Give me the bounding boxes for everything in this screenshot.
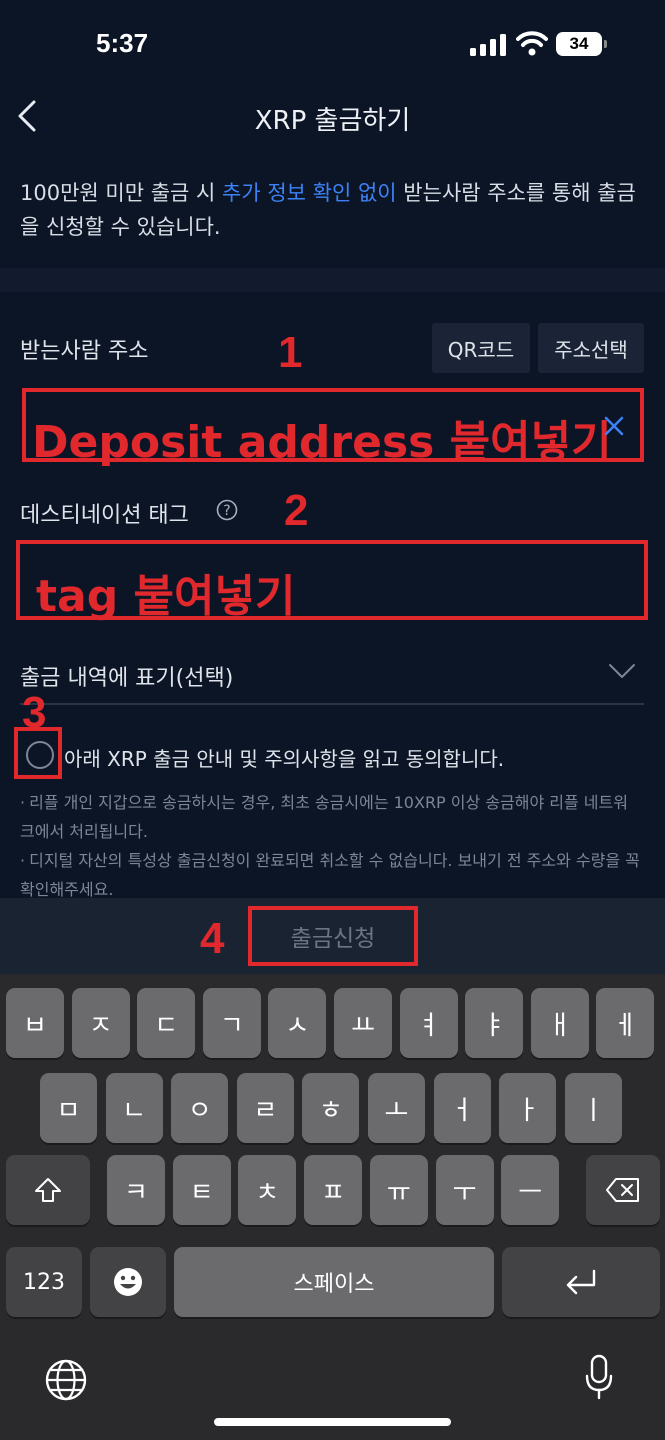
keyboard-key[interactable]: ㅗ [368, 1073, 425, 1143]
notice-highlight: 추가 정보 확인 없이 [222, 181, 397, 205]
radio-circle-icon [26, 741, 54, 769]
keyboard-key[interactable]: ㅓ [433, 1073, 491, 1143]
submit-bar: 4 출금신청 [0, 898, 665, 974]
keyboard-key[interactable]: ㅂ [6, 988, 64, 1058]
keyboard: ㅂㅈㄷㄱㅅㅛㅕㅑㅐㅔ ㅁㄴㅇㄹㅎㅗㅓㅏㅣ ㅋㅌㅊㅍㅠㅜㅡ 123 스페이스 [0, 974, 665, 1440]
keyboard-key[interactable]: ㅜ [435, 1155, 494, 1225]
return-arrow-icon [566, 1269, 596, 1295]
notice-text-1: 100만원 미만 출금 시 [20, 181, 223, 205]
note-item: · 리플 개인 지갑으로 송금하시는 경우, 최초 송금시에는 10XRP 이상 … [20, 793, 628, 841]
emoji-key[interactable] [90, 1247, 166, 1317]
keyboard-key[interactable]: ㅅ [268, 988, 327, 1058]
shift-key[interactable] [6, 1155, 90, 1225]
keyboard-key[interactable]: ㅎ [302, 1073, 360, 1143]
tag-paste-annotation: tag 붙여넣기 [36, 571, 296, 622]
space-key[interactable]: 스페이스 [174, 1247, 494, 1317]
battery-level: 34 [569, 34, 589, 53]
backspace-icon [606, 1178, 639, 1202]
note-text-1: 리플 개인 지갑으로 송금하시는 경우, 최초 송금시에는 10XRP 이상 송… [20, 793, 628, 841]
step-number-4: 4 [200, 914, 225, 963]
keyboard-key[interactable]: ㄹ [236, 1073, 294, 1143]
return-key[interactable] [502, 1247, 660, 1317]
keyboard-key[interactable]: ㅑ [465, 988, 524, 1058]
keyboard-key[interactable]: ㅊ [238, 1155, 297, 1225]
keyboard-key[interactable]: ㅣ [564, 1073, 622, 1143]
keyboard-key[interactable]: ㅕ [399, 988, 458, 1058]
keyboard-key[interactable]: ㅁ [40, 1073, 97, 1143]
agree-label: 아래 XRP 출금 안내 및 주의사항을 읽고 동의합니다. [64, 747, 505, 771]
qr-code-button[interactable]: QR코드 [432, 323, 530, 373]
note-text-2: 디지털 자산의 특성상 출금신청이 완료되면 취소할 수 없습니다. 보내기 전… [20, 851, 640, 899]
keyboard-key[interactable]: ㄴ [105, 1073, 163, 1143]
recipient-address-input[interactable]: Deposit address 붙여넣기 [22, 388, 644, 468]
address-select-button[interactable]: 주소선택 [538, 323, 644, 373]
backspace-key[interactable] [586, 1155, 660, 1225]
home-indicator [214, 1418, 451, 1426]
battery-icon: 34 [556, 32, 608, 56]
withdraw-notice: 100만원 미만 출금 시 추가 정보 확인 없이 받는사람 주소를 통해 출금… [20, 176, 644, 244]
status-time: 5:37 [96, 28, 149, 58]
section-divider [0, 268, 665, 292]
numbers-key[interactable]: 123 [6, 1247, 82, 1317]
keyboard-key[interactable]: ㅠ [369, 1155, 428, 1225]
page-title: XRP 출금하기 [254, 106, 411, 136]
keyboard-key[interactable]: ㅍ [304, 1155, 363, 1225]
keyboard-key[interactable]: ㅈ [71, 988, 130, 1058]
keyboard-key[interactable]: ㄷ [137, 988, 196, 1058]
address-paste-annotation: Deposit address 붙여넣기 [32, 417, 612, 468]
shift-arrow-icon [35, 1178, 61, 1202]
keyboard-key[interactable]: ㅌ [172, 1155, 231, 1225]
destination-tag-input[interactable]: tag 붙여넣기 [16, 540, 648, 622]
clear-icon[interactable] [604, 416, 624, 436]
step-number-1: 1 [278, 328, 303, 377]
recipient-address-label: 받는사람 주소 [20, 339, 149, 364]
chevron-down-icon[interactable] [608, 662, 636, 680]
withdraw-submit-button[interactable]: 출금신청 [248, 906, 418, 966]
keyboard-key[interactable]: ㅛ [334, 988, 392, 1058]
emoji-icon [114, 1268, 142, 1296]
keyboard-key[interactable]: ㅏ [499, 1073, 557, 1143]
submit-label: 출금신청 [290, 926, 376, 952]
wifi-icon [516, 31, 548, 56]
memo-underline [20, 703, 644, 705]
note-item: · 디지털 자산의 특성상 출금신청이 완료되면 취소할 수 없습니다. 보내기 … [20, 851, 640, 899]
globe-icon[interactable] [44, 1358, 88, 1402]
destination-tag-label: 데스티네이션 태그 [20, 503, 189, 528]
memo-label: 출금 내역에 표기(선택) [20, 666, 234, 691]
keyboard-key[interactable]: ㅔ [596, 988, 655, 1058]
keyboard-key[interactable]: ㅇ [171, 1073, 229, 1143]
step-number-2: 2 [284, 486, 309, 535]
keyboard-key[interactable]: ㄱ [202, 988, 261, 1058]
svg-text:?: ? [223, 503, 230, 519]
microphone-icon[interactable] [584, 1354, 614, 1402]
keyboard-key[interactable]: ㅡ [501, 1155, 560, 1225]
keyboard-key[interactable]: ㅋ [107, 1155, 165, 1225]
cellular-signal-icon [470, 34, 506, 56]
agree-checkbox[interactable] [14, 727, 62, 779]
help-icon[interactable]: ? [216, 499, 238, 521]
keyboard-key[interactable]: ㅐ [530, 988, 589, 1058]
